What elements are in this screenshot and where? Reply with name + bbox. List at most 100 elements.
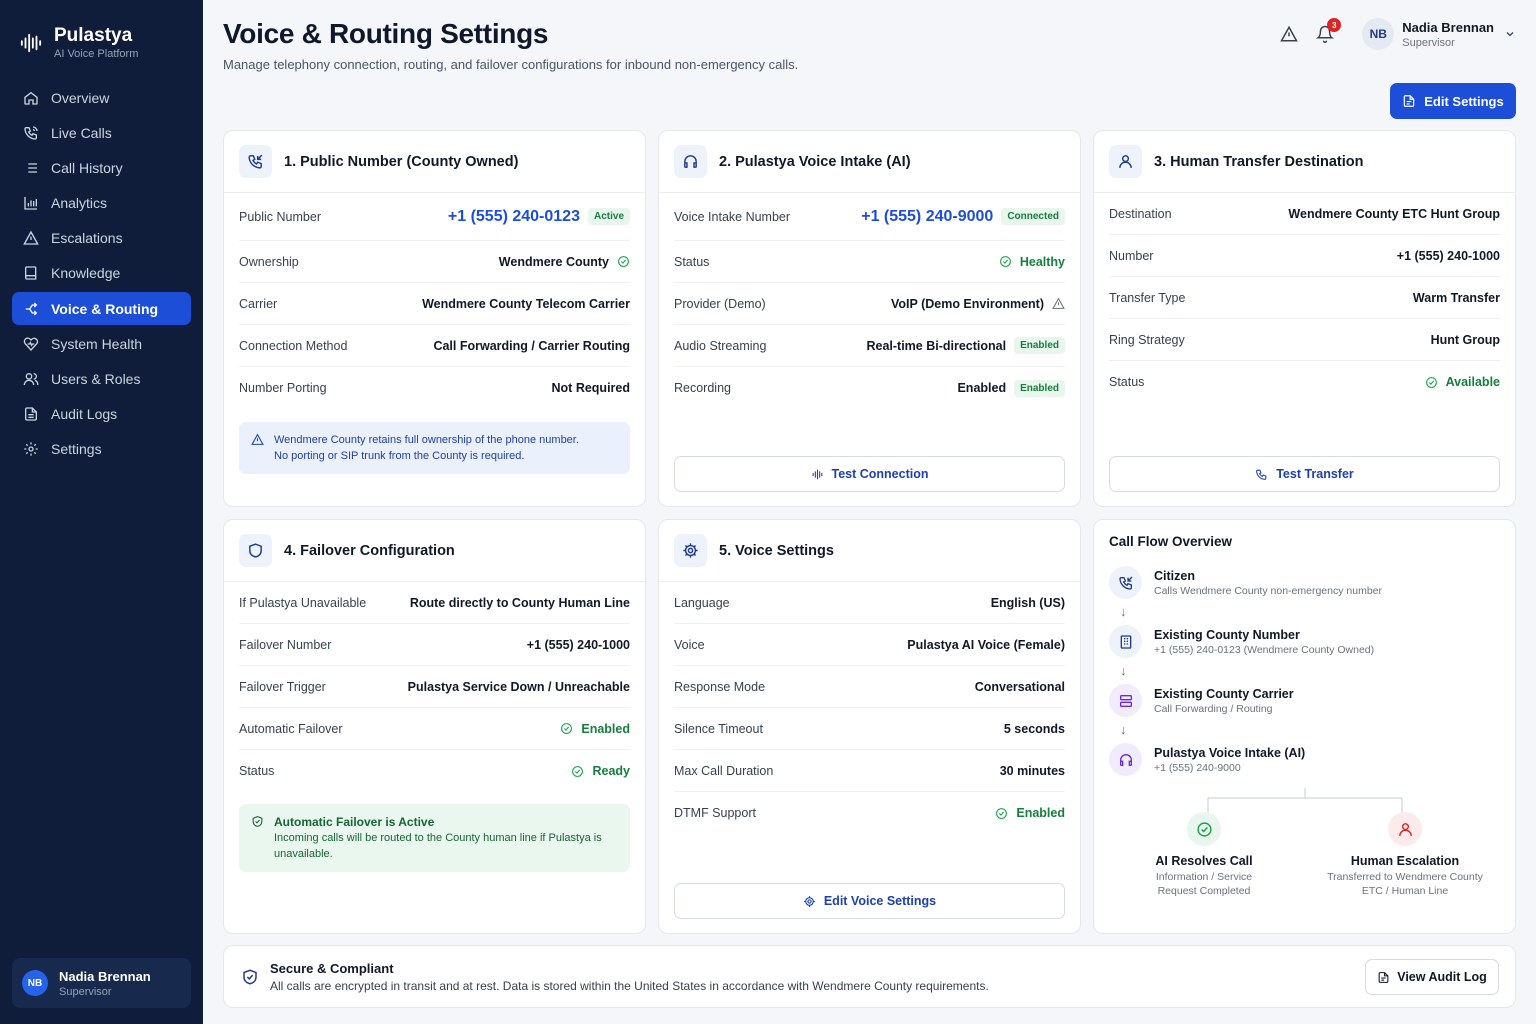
row-value: English (US) (990, 595, 1065, 610)
detail-row: Carrier Wendmere County Telecom Carrier (239, 283, 630, 325)
sidebar-item-settings[interactable]: Settings (12, 433, 191, 466)
row-label: Destination (1109, 206, 1172, 221)
shield-icon (249, 543, 262, 558)
edit-settings-button[interactable]: Edit Settings (1390, 83, 1516, 119)
row-label: Status (674, 254, 710, 269)
sidebar-item-voice-routing[interactable]: Voice & Routing (12, 292, 191, 326)
detail-row: Number Porting Not Required (239, 367, 630, 409)
sidebar-item-users-roles[interactable]: Users & Roles (12, 363, 191, 396)
detail-row: Status Available (1109, 361, 1500, 403)
row-value: +1 (555) 240-1000 (526, 637, 630, 652)
ownership-info-note: Wendmere County retains full ownership o… (239, 422, 630, 474)
status-badge: Connected (1001, 208, 1065, 225)
card-header: 2. Pulastya Voice Intake (AI) (659, 131, 1080, 193)
row-label: Connection Method (239, 338, 348, 353)
detail-row: Ownership Wendmere County (239, 241, 630, 283)
row-value: Route directly to County Human Line (409, 595, 630, 610)
recording-value: Enabled (957, 381, 1007, 395)
flow-title: Call Flow Overview (1109, 534, 1233, 549)
test-connection-button[interactable]: Test Connection (674, 456, 1065, 492)
row-value: 30 minutes (999, 763, 1065, 778)
avatar[interactable]: NB (1362, 18, 1395, 50)
detail-row: Audio Streaming Real-time Bi-directional… (674, 325, 1065, 367)
note-line: Wendmere County retains full ownership o… (274, 434, 579, 446)
sidebar-item-knowledge[interactable]: Knowledge (12, 257, 191, 290)
routing-icon (25, 302, 38, 316)
public-number-card: 1. Public Number (County Owned) Public N… (223, 130, 646, 507)
status-value: Enabled (581, 721, 630, 736)
test-transfer-button[interactable]: Test Transfer (1109, 456, 1500, 492)
row-label: Automatic Failover (239, 721, 343, 736)
detail-row: Status Healthy (674, 241, 1065, 283)
sidebar-item-call-history[interactable]: Call History (12, 151, 191, 184)
sidebar-item-escalations[interactable]: Escalations (12, 222, 191, 255)
warning-icon (251, 433, 264, 445)
detail-row: Failover Number +1 (555) 240-1000 (239, 624, 630, 666)
status-badge: Active (587, 208, 630, 225)
flow-step-subtitle: Call Forwarding / Routing (1154, 702, 1273, 715)
flow-step-county-carrier: Existing County Carrier Call Forwarding … (1109, 684, 1294, 717)
user-name: Nadia Brennan (1402, 19, 1494, 35)
row-label: Carrier (239, 296, 278, 311)
list-icon (25, 163, 37, 173)
flow-step-subtitle: +1 (555) 240-0123 (Wendmere County Owned… (1154, 643, 1375, 656)
edit-voice-settings-button[interactable]: Edit Voice Settings (674, 883, 1065, 919)
row-value: Wendmere County Telecom Carrier (422, 296, 630, 311)
detail-row: Max Call Duration 30 minutes (674, 750, 1065, 792)
row-value: Warm Transfer (1412, 290, 1500, 305)
arrow-down-icon: ↓ (1120, 663, 1127, 678)
note-line: No porting or SIP trunk from the County … (274, 450, 525, 462)
sidebar-item-analytics[interactable]: Analytics (12, 187, 191, 220)
sidebar-item-label: Audit Logs (51, 406, 118, 423)
warning-icon (23, 230, 39, 245)
notifications-button[interactable]: 3 (1316, 18, 1342, 43)
card-icon-wrap (1109, 145, 1142, 178)
row-label: Max Call Duration (674, 763, 774, 778)
sidebar-item-live-calls[interactable]: Live Calls (12, 116, 191, 149)
card-title: 5. Voice Settings (719, 542, 834, 559)
detail-row: Ring Strategy Hunt Group (1109, 319, 1500, 361)
warning-icon (1052, 297, 1065, 309)
sidebar-user-card[interactable]: NB Nadia Brennan Supervisor (12, 958, 191, 1008)
arrow-down-icon: ↓ (1120, 722, 1127, 737)
phone-incoming-icon (1118, 576, 1132, 590)
sidebar-item-label: Escalations (51, 230, 123, 247)
header-user[interactable]: Nadia Brennan Supervisor (1402, 20, 1494, 49)
sidebar-item-overview[interactable]: Overview (12, 81, 191, 114)
detail-row: Number +1 (555) 240-1000 (1109, 235, 1500, 277)
view-audit-log-button[interactable]: View Audit Log (1365, 959, 1499, 995)
row-value: Pulastya Service Down / Unreachable (407, 679, 630, 694)
flow-step-county-number: Existing County Number +1 (555) 240-0123… (1109, 625, 1374, 658)
compliance-title: Secure & Compliant (270, 961, 394, 976)
flow-step-citizen: Citizen Calls Wendmere County non-emerge… (1109, 566, 1382, 599)
warning-icon[interactable] (1280, 25, 1299, 43)
intake-number-value: +1 (555) 240-9000 (861, 207, 994, 225)
row-label: DTMF Support (674, 806, 756, 820)
check-circle-icon (561, 723, 573, 734)
row-label: Number Porting (239, 381, 327, 395)
ownership-value: Wendmere County (498, 254, 609, 269)
branch-subtitle: Information / Service Request Completed (1119, 870, 1289, 898)
check-circle-icon (999, 256, 1011, 267)
failover-card: 4. Failover Configuration If Pulastya Un… (223, 519, 646, 934)
row-value: VoIP (Demo Environment) (891, 297, 1065, 311)
branch-sub-line: Transferred to Wendmere County (1327, 871, 1483, 883)
sidebar-item-audit-logs[interactable]: Audit Logs (12, 398, 191, 431)
notification-badge: 3 (1327, 18, 1342, 32)
status-badge: Enabled (1014, 337, 1065, 354)
branch-sub-line: Request Completed (1157, 885, 1251, 897)
row-label: Silence Timeout (674, 721, 763, 736)
row-label: Number (1109, 248, 1154, 263)
sidebar-item-system-health[interactable]: System Health (12, 327, 191, 360)
check-circle-icon (1196, 821, 1212, 837)
row-value: Enabled (560, 722, 630, 736)
row-label: Failover Trigger (239, 679, 326, 694)
branch-icon-wrap (1388, 812, 1422, 846)
row-value: +1 (555) 240-1000 (1396, 248, 1500, 263)
gear-icon (803, 895, 815, 907)
detail-list: Destination Wendmere County ETC Hunt Gro… (1094, 193, 1515, 403)
flow-step-title: Pulastya Voice Intake (AI) (1154, 745, 1306, 760)
failover-info-note: Automatic Failover is Active Incoming ca… (239, 804, 630, 872)
sidebar-item-label: System Health (51, 335, 143, 352)
chevron-down-icon[interactable] (1504, 28, 1516, 40)
